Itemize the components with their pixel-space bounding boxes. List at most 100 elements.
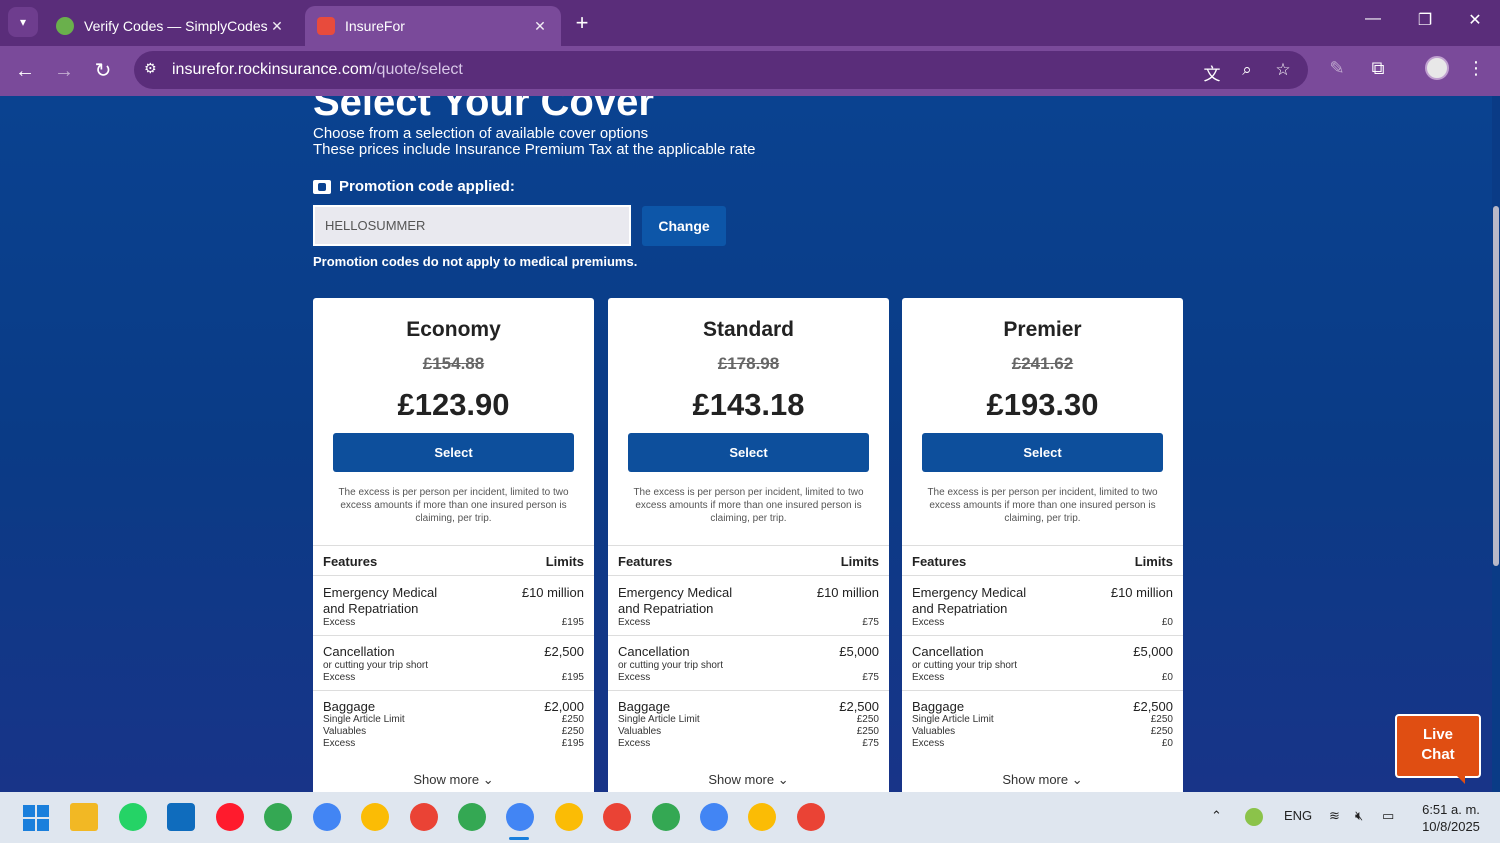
tab-close-icon[interactable]: ✕ xyxy=(531,18,549,35)
chat-bubble-pointer xyxy=(1457,776,1465,784)
chrome-profile-icon[interactable] xyxy=(797,803,825,831)
extensions-icon[interactable]: ⧉ xyxy=(1365,58,1391,79)
valuables-value: £250 xyxy=(1150,726,1173,737)
url-text[interactable]: insurefor.rockinsurance.com/quote/select xyxy=(172,61,463,79)
valuables-label: Valuables xyxy=(912,726,956,737)
tab-search-button[interactable]: ▾ xyxy=(8,7,38,37)
outlook-icon[interactable] xyxy=(167,803,195,831)
site-info-icon[interactable]: ⚙ xyxy=(144,60,157,77)
excess-value: £195 xyxy=(561,672,584,683)
plan-card-economy: Economy £154.88 £123.90 Select The exces… xyxy=(313,298,594,792)
whatsapp-icon[interactable] xyxy=(119,803,147,831)
volume-muted-icon[interactable]: 🔇︎ xyxy=(1355,808,1363,824)
opera-icon[interactable] xyxy=(216,803,244,831)
tab-close-icon[interactable]: ✕ xyxy=(268,18,286,35)
feature-row-baggage: Baggage £2,500 Single Article Limit £250… xyxy=(902,691,1183,761)
excess-note: The excess is per person per incident, l… xyxy=(633,487,864,524)
chrome-profile-icon[interactable] xyxy=(410,803,438,831)
chrome-profile-icon[interactable] xyxy=(313,803,341,831)
feature-row-cancellation: Cancellation £5,000 or cutting your trip… xyxy=(608,636,889,691)
translate-icon[interactable]: 文 xyxy=(1200,60,1224,85)
profile-avatar[interactable] xyxy=(1425,56,1449,80)
tray-overflow-icon[interactable]: ⌃ xyxy=(1211,808,1222,824)
features-header: Features Limits xyxy=(902,545,1183,576)
show-more-link[interactable]: Show more ⌄ xyxy=(313,772,594,788)
chrome-profile-icon[interactable] xyxy=(361,803,389,831)
restore-icon[interactable]: ❐ xyxy=(1410,10,1440,30)
scrollbar-thumb[interactable] xyxy=(1493,206,1499,566)
single-article-value: £250 xyxy=(1150,714,1173,725)
show-more-link[interactable]: Show more ⌄ xyxy=(608,772,889,788)
chrome-profile-icon[interactable] xyxy=(555,803,583,831)
chrome-profile-icon[interactable] xyxy=(264,803,292,831)
chrome-active-icon[interactable] xyxy=(506,803,534,831)
feature-name: Cancellation xyxy=(618,644,690,659)
zoom-icon[interactable]: ⌕ xyxy=(1235,60,1259,80)
valuables-value: £250 xyxy=(561,726,584,737)
change-promo-button[interactable]: Change xyxy=(642,206,726,246)
single-article-label: Single Article Limit xyxy=(323,714,405,725)
plan-price: £143.18 xyxy=(692,387,805,422)
feature-limit: £10 million xyxy=(816,585,879,600)
tray-app-icon[interactable] xyxy=(1245,808,1263,826)
wifi-icon[interactable]: ≋ xyxy=(1329,808,1340,824)
forward-arrow-icon[interactable]: → xyxy=(51,58,77,84)
chrome-profile-icon[interactable] xyxy=(748,803,776,831)
address-bar[interactable]: ⚙ insurefor.rockinsurance.com/quote/sele… xyxy=(134,51,1308,89)
bookmark-star-icon[interactable]: ☆ xyxy=(1271,60,1295,80)
excess-label: Excess xyxy=(618,617,651,628)
excess-label: Excess xyxy=(912,672,945,683)
excess-value: £75 xyxy=(862,738,879,749)
excess-value: £195 xyxy=(561,617,584,628)
minimize-icon[interactable]: — xyxy=(1358,10,1388,28)
reload-icon[interactable]: ↻ xyxy=(90,58,116,84)
feature-row-cancellation: Cancellation £5,000 or cutting your trip… xyxy=(902,636,1183,691)
windows-start-icon[interactable] xyxy=(23,805,49,831)
new-tab-button[interactable]: + xyxy=(570,10,594,36)
feature-name: Cancellation xyxy=(323,644,395,659)
feature-name: Baggage xyxy=(618,699,671,714)
feature-name: Cancellation xyxy=(912,644,984,659)
url-domain: insurefor.rockinsurance.com xyxy=(172,61,373,78)
chrome-profile-icon[interactable] xyxy=(652,803,680,831)
tab-insurefor[interactable]: InsureFor ✕ xyxy=(305,6,561,46)
excess-value: £75 xyxy=(862,672,879,683)
scrollbar[interactable] xyxy=(1492,96,1500,792)
features-label: Features xyxy=(323,554,378,569)
valuables-value: £250 xyxy=(856,726,879,737)
promo-code-input[interactable]: HELLOSUMMER xyxy=(311,203,633,248)
clock-date: 10/8/2025 xyxy=(1422,819,1480,834)
excess-label: Excess xyxy=(323,738,356,749)
live-chat-button[interactable]: Live Chat xyxy=(1395,714,1481,784)
select-plan-button[interactable]: Select xyxy=(628,433,869,472)
page-subtitle: Choose from a selection of available cov… xyxy=(313,125,649,142)
excess-value: £0 xyxy=(1161,617,1173,628)
excess-label: Excess xyxy=(618,672,651,683)
tab-simplycodes[interactable]: Verify Codes — SimplyCodes ✕ xyxy=(44,6,298,46)
back-arrow-icon[interactable]: ← xyxy=(12,58,38,84)
show-more-link[interactable]: Show more ⌄ xyxy=(902,772,1183,788)
chrome-profile-icon[interactable] xyxy=(458,803,486,831)
file-explorer-icon[interactable] xyxy=(70,803,98,831)
excess-label: Excess xyxy=(323,672,356,683)
limits-label: Limits xyxy=(545,554,584,569)
chrome-profile-icon[interactable] xyxy=(700,803,728,831)
close-window-icon[interactable]: ✕ xyxy=(1460,10,1490,30)
single-article-value: £250 xyxy=(856,714,879,725)
edit-icon[interactable]: ✎ xyxy=(1324,58,1350,79)
promo-label-text: Promotion code applied: xyxy=(339,178,515,195)
battery-icon[interactable]: ▭ xyxy=(1382,808,1394,824)
menu-kebab-icon[interactable]: ⋮ xyxy=(1463,58,1489,79)
excess-label: Excess xyxy=(912,738,945,749)
tab-title: Verify Codes — SimplyCodes xyxy=(84,18,268,34)
clock[interactable]: 6:51 a. m. 10/8/2025 xyxy=(1410,801,1492,835)
feature-limit: £2,500 xyxy=(1133,699,1173,714)
select-plan-button[interactable]: Select xyxy=(333,433,574,472)
single-article-value: £250 xyxy=(561,714,584,725)
feature-sub: or cutting your trip short xyxy=(323,660,429,671)
excess-value: £195 xyxy=(561,738,584,749)
chrome-profile-icon[interactable] xyxy=(603,803,631,831)
feature-limit: £10 million xyxy=(1110,585,1173,600)
language-indicator[interactable]: ENG xyxy=(1284,808,1312,823)
select-plan-button[interactable]: Select xyxy=(922,433,1163,472)
